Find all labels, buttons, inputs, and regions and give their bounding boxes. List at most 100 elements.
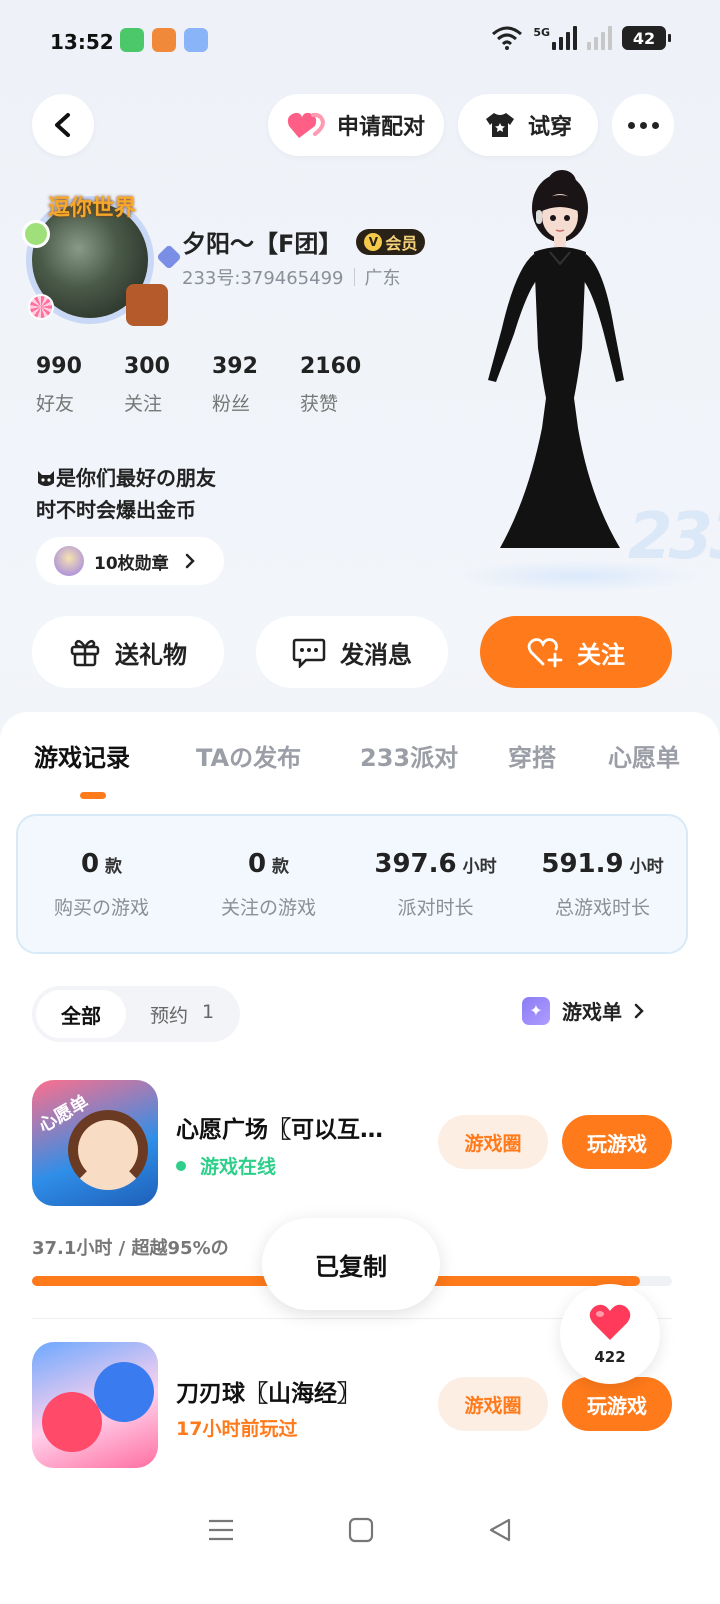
game-name[interactable]: 心愿广场〖可以互…: [176, 1110, 383, 1144]
summary-party-time[interactable]: 397.6 小时 派对时长: [352, 816, 519, 952]
filter-reserve-label: 预约: [150, 1004, 189, 1027]
follow-label: 关注: [577, 640, 625, 669]
summary-unit: 款: [272, 856, 290, 877]
home-square-icon[interactable]: [348, 1517, 374, 1543]
wifi-icon: [492, 26, 523, 50]
game-circle-button[interactable]: 游戏圈: [438, 1377, 548, 1431]
stat-likes[interactable]: 2160 获赞: [300, 354, 388, 416]
chat-bubble-icon: [292, 638, 326, 668]
status-app-icons: [120, 28, 208, 52]
vip-icon: V: [364, 232, 383, 251]
username-row: 夕阳～【F团】 V 会员: [182, 224, 426, 259]
summary-value: 397.6: [374, 848, 457, 879]
profile-tabs: 游戏记录 TAの发布 233派对 穿搭 心愿单: [34, 738, 680, 773]
tab-wishlist[interactable]: 心愿单: [608, 738, 680, 773]
stat-label: 好友: [36, 393, 75, 415]
active-tab-indicator: [80, 792, 106, 799]
avatar-frame-deco-icon: [22, 220, 50, 248]
summary-unit: 小时: [629, 856, 664, 877]
game-icon-character: [68, 1110, 148, 1190]
medal-icon: [54, 546, 84, 576]
game-name[interactable]: 刀刃球〖山海经〗: [176, 1374, 360, 1408]
send-message-label: 发消息: [340, 640, 412, 669]
tab-outfits[interactable]: 穿搭: [508, 738, 608, 773]
game-status-text: 游戏在线: [200, 1156, 277, 1178]
game-summary-card: 0款 购买の游戏 0款 关注の游戏 397.6 小时 派对时长 591.9 小时 总…: [16, 814, 688, 954]
filter-all[interactable]: 全部: [36, 990, 126, 1038]
play-game-button[interactable]: 玩游戏: [562, 1115, 672, 1169]
follow-button[interactable]: 关注: [480, 616, 672, 688]
tab-233-party[interactable]: 233派对: [360, 738, 508, 773]
more-dot-icon: [627, 121, 635, 129]
back-triangle-icon[interactable]: [487, 1517, 513, 1543]
try-on-button[interactable]: 试穿: [458, 94, 598, 156]
vip-badge[interactable]: V 会员: [356, 228, 426, 255]
summary-value: 0: [80, 848, 100, 879]
user-id: 233号:379465499: [182, 268, 344, 289]
send-gift-label: 送礼物: [115, 640, 187, 669]
summary-unit: 款: [105, 856, 123, 877]
stat-friends[interactable]: 990 好友: [36, 354, 124, 416]
summary-total-time[interactable]: 591.9 小时 总游戏时长: [519, 816, 686, 952]
candy-deco-icon: [156, 244, 182, 270]
send-message-button[interactable]: 发消息: [256, 616, 448, 688]
battery-indicator: 42: [622, 26, 671, 50]
online-dot-icon: [176, 1160, 186, 1171]
tab-posts[interactable]: TAの发布: [196, 738, 360, 773]
game-status: 17小时前玩过: [176, 1418, 298, 1440]
heart-icon: [589, 1304, 631, 1340]
game-circle-button[interactable]: 游戏圈: [438, 1115, 548, 1169]
user-id-row[interactable]: 233号:379465499 广东: [182, 264, 401, 290]
play-game-button[interactable]: 玩游戏: [562, 1377, 672, 1431]
tab-game-records[interactable]: 游戏记录: [34, 738, 196, 773]
stat-number: 990: [36, 354, 82, 379]
medal-label: 10枚勋章: [94, 553, 169, 574]
gift-icon: [70, 639, 100, 667]
tshirt-icon: [485, 113, 514, 137]
request-pair-label: 申请配对: [336, 115, 425, 140]
more-dot-icon: [651, 121, 659, 129]
lollipop-deco-icon: [28, 294, 54, 320]
username: 夕阳～【F团】: [182, 230, 343, 258]
back-button[interactable]: [32, 94, 94, 156]
bio-line: 时不时会爆出金币: [36, 498, 196, 522]
chevron-right-icon: [634, 1003, 644, 1018]
game-list-label: 游戏单: [562, 1000, 622, 1024]
like-count: 422: [594, 1348, 626, 1366]
game-icon[interactable]: 心愿单: [32, 1080, 158, 1206]
medals-button[interactable]: 10枚勋章: [36, 537, 224, 585]
system-nav-bar: [0, 1490, 720, 1570]
menu-icon[interactable]: [207, 1518, 235, 1542]
request-pair-button[interactable]: 申请配对: [268, 94, 444, 156]
stat-label: 粉丝: [212, 393, 251, 415]
game-icon-ball-blue: [94, 1362, 154, 1422]
stat-following[interactable]: 300 关注: [124, 354, 212, 416]
summary-label: 关注の游戏: [220, 896, 316, 919]
game-list-link[interactable]: ✦ 游戏单: [522, 996, 644, 1025]
summary-purchased[interactable]: 0款 购买の游戏: [18, 816, 185, 952]
app-notification-icon: [184, 28, 208, 52]
game-icon-ball-red: [42, 1392, 102, 1452]
game-status: 游戏在线: [176, 1152, 276, 1179]
sparkle-icon: ✦: [522, 996, 550, 1025]
more-options-button[interactable]: [612, 94, 674, 156]
avatar[interactable]: 逗你世界: [22, 190, 182, 326]
summary-value: 0: [247, 848, 267, 879]
more-dot-icon: [639, 121, 647, 129]
vip-label: 会员: [385, 233, 418, 253]
send-gift-button[interactable]: 送礼物: [32, 616, 224, 688]
stat-fans[interactable]: 392 粉丝: [212, 354, 300, 416]
filter-reserve[interactable]: 预约 1: [150, 1001, 214, 1028]
try-on-label: 试穿: [527, 115, 572, 140]
network-label: 5G: [533, 26, 550, 39]
status-bar: 13:52 5G 42: [0, 0, 720, 84]
game-icon[interactable]: [32, 1342, 158, 1468]
avatar-character[interactable]: [470, 168, 640, 564]
avatar-frame-logo: 逗你世界: [48, 196, 137, 221]
stat-number: 300: [124, 354, 170, 379]
summary-followed[interactable]: 0款 关注の游戏: [185, 816, 352, 952]
filter-reserve-count: 1: [202, 1000, 215, 1023]
like-button[interactable]: 422: [560, 1284, 660, 1384]
summary-label: 购买の游戏: [53, 896, 149, 919]
app-notification-icon: [152, 28, 176, 52]
